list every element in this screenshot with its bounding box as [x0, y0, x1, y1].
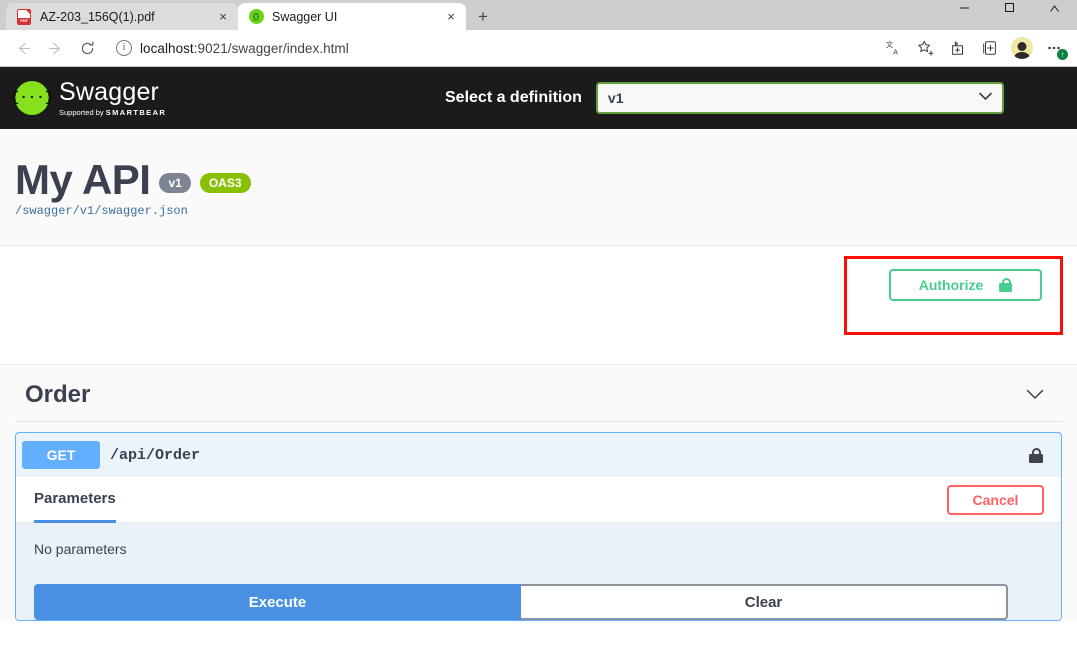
- browser-tab-title: Swagger UI: [272, 9, 338, 24]
- svg-text:文: 文: [886, 40, 893, 49]
- new-tab-button[interactable]: +: [468, 3, 498, 30]
- swagger-favicon-icon: {}: [248, 9, 264, 25]
- oas-badge: OAS3: [199, 172, 251, 194]
- spec-url-link[interactable]: /swagger/v1/swagger.json: [15, 204, 188, 218]
- pdf-icon: [16, 8, 32, 25]
- favorite-star-icon[interactable]: [911, 33, 941, 63]
- tag-name: Order: [25, 381, 91, 408]
- swagger-page: My API v1 OAS3 /swagger/v1/swagger.json …: [0, 129, 1077, 621]
- swagger-logo-icon: {···}: [11, 81, 53, 115]
- authorize-button-label: Authorize: [918, 277, 984, 293]
- swagger-topbar: {···} Swagger Supported by SMARTBEAR Sel…: [0, 67, 1077, 129]
- address-bar-url: localhost:9021/swagger/index.html: [140, 40, 349, 56]
- execute-clear-row: Execute Clear: [34, 584, 1043, 620]
- authorize-block: Authorize: [0, 246, 1077, 364]
- operation-summary-row[interactable]: GET /api/Order: [16, 433, 1061, 477]
- authorize-button[interactable]: Authorize: [889, 269, 1042, 301]
- swagger-logo-tagline: Supported by SMARTBEAR: [59, 107, 167, 117]
- lock-open-icon[interactable]: [1029, 447, 1043, 463]
- select-definition-label: Select a definition: [445, 89, 582, 106]
- cancel-button[interactable]: Cancel: [947, 484, 1044, 515]
- definition-select-value: v1: [607, 90, 624, 106]
- page-title: My API: [15, 156, 151, 203]
- execute-button[interactable]: Execute: [34, 584, 521, 620]
- svg-text:A: A: [893, 47, 898, 56]
- collections-icon[interactable]: [943, 33, 973, 63]
- tag-divider: [15, 421, 1062, 422]
- browser-tab-title: AZ-203_156Q(1).pdf: [40, 9, 155, 24]
- api-info-block: My API v1 OAS3 /swagger/v1/swagger.json: [0, 129, 1077, 245]
- forward-arrow-icon[interactable]: [40, 33, 70, 63]
- parameters-body: No parameters Execute Clear: [16, 523, 1061, 620]
- browser-toolbar: i localhost:9021/swagger/index.html 文A ↑: [0, 30, 1077, 66]
- http-method-badge: GET: [22, 441, 100, 469]
- parameters-header: Parameters Cancel: [16, 477, 1061, 523]
- browser-essentials-icon[interactable]: [975, 33, 1005, 63]
- no-parameters-text: No parameters: [34, 541, 127, 557]
- browser-tab-pdf[interactable]: AZ-203_156Q(1).pdf ×: [6, 3, 238, 30]
- operation-path: /api/Order: [110, 446, 201, 464]
- operation-body: Parameters Cancel No parameters Execute …: [16, 477, 1061, 620]
- maximize-icon[interactable]: [987, 0, 1032, 14]
- lock-open-icon: [999, 278, 1013, 292]
- close-icon[interactable]: ×: [440, 6, 462, 28]
- minimize-icon[interactable]: [942, 0, 987, 14]
- browser-tabstrip: AZ-203_156Q(1).pdf × {} Swagger UI × +: [0, 0, 1077, 30]
- back-arrow-icon[interactable]: [8, 33, 38, 63]
- clear-button[interactable]: Clear: [521, 584, 1008, 620]
- reload-icon[interactable]: [72, 33, 102, 63]
- translate-icon[interactable]: 文A: [879, 33, 909, 63]
- swagger-logo[interactable]: {···} Swagger Supported by SMARTBEAR: [11, 77, 445, 117]
- address-bar[interactable]: i localhost:9021/swagger/index.html: [110, 34, 871, 62]
- chevron-down-icon: [979, 92, 992, 104]
- browser-chrome: AZ-203_156Q(1).pdf × {} Swagger UI × +: [0, 0, 1077, 67]
- settings-more-icon[interactable]: ↑: [1039, 33, 1069, 63]
- window-controls: [942, 0, 1077, 14]
- swagger-logo-text: Swagger: [59, 77, 160, 106]
- update-badge: ↑: [1057, 49, 1068, 60]
- tag-section-order: Order GET /api/Order Parameters Cancel N…: [0, 365, 1077, 621]
- close-icon[interactable]: [1032, 0, 1077, 14]
- operation-get-api-order: GET /api/Order Parameters Cancel No para…: [15, 432, 1062, 621]
- tag-header[interactable]: Order: [0, 383, 1077, 421]
- close-icon[interactable]: ×: [212, 6, 234, 28]
- site-info-icon[interactable]: i: [116, 40, 132, 56]
- profile-avatar-icon[interactable]: [1007, 33, 1037, 63]
- version-badge: v1: [159, 172, 191, 194]
- browser-tab-swagger-ui[interactable]: {} Swagger UI ×: [238, 3, 466, 30]
- chevron-down-icon[interactable]: [1026, 387, 1062, 404]
- tab-parameters[interactable]: Parameters: [34, 477, 116, 523]
- definition-select[interactable]: v1: [595, 82, 1004, 114]
